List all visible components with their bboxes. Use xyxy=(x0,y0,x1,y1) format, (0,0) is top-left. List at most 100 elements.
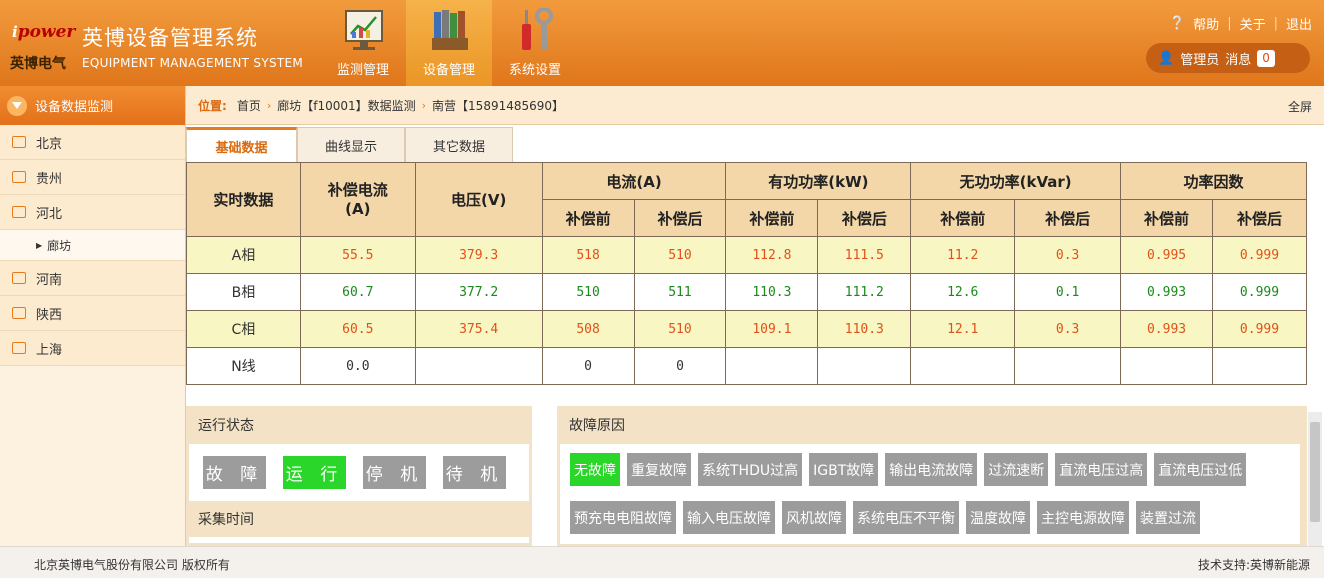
header-after: 补偿后 xyxy=(633,199,727,237)
table-row: N线 0.0 0 0 xyxy=(186,347,1307,385)
tab-basic-data[interactable]: 基础数据 xyxy=(186,127,297,162)
vertical-scrollbar[interactable] xyxy=(1308,412,1322,546)
fault-item[interactable]: 输出电流故障 xyxy=(885,453,978,486)
help-icon[interactable]: ❔ xyxy=(1169,16,1185,31)
breadcrumb-device: 南营【15891485690】 xyxy=(432,98,565,113)
copyright-text: 北京英博电气股份有限公司 版权所有 xyxy=(34,558,230,572)
app-header: ipower 英博设备管理系统 英博电气 EQUIPMENT MANAGEMEN… xyxy=(0,0,1324,86)
fault-item[interactable]: 直流电压过高 xyxy=(1055,453,1148,486)
chevron-right-icon: › xyxy=(421,98,427,112)
sidebar: 设备数据监测 北京 贵州 河北 ▶ 廊坊 河南 陕西 上海 xyxy=(0,86,186,546)
company-name: 英博电气 xyxy=(10,56,66,72)
data-table: 实时数据 补偿电流 (A) 电压(V) 电流(A) 有功功率(kW) 无功功率(… xyxy=(186,162,1307,385)
chevron-down-icon xyxy=(7,95,27,116)
app-title-en: EQUIPMENT MANAGEMENT SYSTEM xyxy=(82,56,304,70)
state-fault-button[interactable]: 故 障 xyxy=(203,456,266,489)
nav-device[interactable]: 设备管理 xyxy=(406,0,492,86)
tools-icon xyxy=(522,8,553,50)
sidebar-title: 设备数据监测 xyxy=(35,100,114,115)
table-row: C相 60.5 375.4 508 510 109.1 110.3 12.1 0… xyxy=(186,310,1307,348)
fault-item[interactable]: 预充电电阻故障 xyxy=(570,501,676,534)
tab-bar: 基础数据 曲线显示 其它数据 xyxy=(186,127,513,162)
fault-item[interactable]: 重复故障 xyxy=(627,453,691,486)
header-after: 补偿后 xyxy=(817,199,912,237)
sidebar-header[interactable]: 设备数据监测 xyxy=(0,86,185,125)
state-stopped-button[interactable]: 停 机 xyxy=(363,456,426,489)
messages-link[interactable]: 消息 xyxy=(1225,49,1251,68)
header-before: 补偿前 xyxy=(725,199,819,237)
nav-settings[interactable]: 系统设置 xyxy=(492,0,578,86)
sidebar-item-hebei[interactable]: 河北 xyxy=(0,195,185,230)
list-icon xyxy=(12,136,26,148)
nav-monitor[interactable]: 监测管理 xyxy=(320,0,406,86)
breadcrumb-city[interactable]: 廊坊【f10001】数据监测 xyxy=(277,97,415,114)
header-after: 补偿后 xyxy=(1014,199,1122,237)
user-name[interactable]: 管理员 xyxy=(1180,49,1219,68)
breadcrumb-home[interactable]: 首页 xyxy=(237,97,261,114)
logout-link[interactable]: 退出 xyxy=(1286,14,1312,33)
main-content: 位置: 首页 › 廊坊【f10001】数据监测 › 南营【15891485690… xyxy=(186,86,1324,546)
footer: 北京英博电气股份有限公司 版权所有 技术支持:英博新能源 xyxy=(0,546,1324,578)
fault-panel: 故障原因 无故障 重复故障 系统THDU过高 IGBT故障 输出电流故障 过流速… xyxy=(557,406,1307,546)
fault-title: 故障原因 xyxy=(569,418,625,434)
header-before: 补偿前 xyxy=(1120,199,1213,237)
header-before: 补偿前 xyxy=(541,199,635,237)
state-running-button[interactable]: 运 行 xyxy=(283,456,346,489)
monitor-chart-icon xyxy=(345,10,383,50)
message-count-badge[interactable]: 0 xyxy=(1257,49,1275,67)
header-after: 补偿后 xyxy=(1212,199,1307,237)
sidebar-item-guizhou[interactable]: 贵州 xyxy=(0,160,185,195)
main-nav: 监测管理 设备管理 系统设置 xyxy=(320,0,578,86)
top-links: ❔ 帮助 | 关于 | 退出 xyxy=(1168,14,1312,33)
list-icon xyxy=(12,342,26,354)
fault-list: 无故障 重复故障 系统THDU过高 IGBT故障 输出电流故障 过流速断 直流电… xyxy=(560,444,1300,544)
sidebar-item-shaanxi[interactable]: 陕西 xyxy=(0,296,185,331)
header-voltage: 电压(V) xyxy=(414,162,543,237)
brand-mark: ipower xyxy=(12,22,76,42)
help-link[interactable]: 帮助 xyxy=(1193,14,1219,33)
user-box: 👤 管理员 消息 0 xyxy=(1146,43,1310,73)
logo: ipower 英博设备管理系统 英博电气 EQUIPMENT MANAGEMEN… xyxy=(8,18,308,78)
list-icon xyxy=(12,171,26,183)
sidebar-subitem-langfang[interactable]: ▶ 廊坊 xyxy=(0,230,185,261)
breadcrumb-label: 位置: xyxy=(198,98,227,113)
list-icon xyxy=(12,206,26,218)
fault-item[interactable]: 温度故障 xyxy=(966,501,1030,534)
fault-item[interactable]: 装置过流 xyxy=(1136,501,1200,534)
sidebar-item-shanghai[interactable]: 上海 xyxy=(0,331,185,366)
fault-item[interactable]: 输入电压故障 xyxy=(683,501,775,534)
support-text: 技术支持:英博新能源 xyxy=(1197,558,1310,572)
table-row: A相 55.5 379.3 518 510 112.8 111.5 11.2 0… xyxy=(186,236,1307,274)
fault-item[interactable]: 风机故障 xyxy=(782,501,846,534)
list-icon xyxy=(12,307,26,319)
acquisition-time-title: 采集时间 xyxy=(198,512,254,528)
status-buttons: 故 障 运 行 停 机 待 机 xyxy=(189,444,529,501)
fault-item[interactable]: IGBT故障 xyxy=(809,453,879,486)
about-link[interactable]: 关于 xyxy=(1240,14,1266,33)
triangle-right-icon: ▶ xyxy=(36,240,43,250)
status-title: 运行状态 xyxy=(198,418,254,434)
breadcrumb: 位置: 首页 › 廊坊【f10001】数据监测 › 南营【15891485690… xyxy=(186,86,1324,125)
header-power-factor: 功率因数 xyxy=(1120,162,1307,200)
tab-other-data[interactable]: 其它数据 xyxy=(405,127,513,162)
header-realtime: 实时数据 xyxy=(186,162,301,237)
fault-item[interactable]: 无故障 xyxy=(570,453,620,486)
fault-item[interactable]: 系统电压不平衡 xyxy=(853,501,959,534)
fault-item[interactable]: 主控电源故障 xyxy=(1037,501,1129,534)
user-icon: 👤 xyxy=(1158,50,1175,66)
scrollbar-thumb[interactable] xyxy=(1310,422,1320,522)
header-active-power: 有功功率(kW) xyxy=(725,162,912,200)
app-title-cn: 英博设备管理系统 xyxy=(82,26,258,50)
header-before: 补偿前 xyxy=(910,199,1016,237)
chevron-right-icon: › xyxy=(266,98,272,112)
fault-item[interactable]: 系统THDU过高 xyxy=(698,453,803,486)
sidebar-item-henan[interactable]: 河南 xyxy=(0,261,185,296)
header-comp-current: 补偿电流 (A) xyxy=(299,162,416,237)
fault-item[interactable]: 过流速断 xyxy=(984,453,1049,486)
list-icon xyxy=(12,272,26,284)
sidebar-item-beijing[interactable]: 北京 xyxy=(0,125,185,160)
fullscreen-button[interactable]: 全屏 xyxy=(1288,98,1312,115)
tab-curve[interactable]: 曲线显示 xyxy=(297,127,405,162)
fault-item[interactable]: 直流电压过低 xyxy=(1154,453,1247,486)
state-standby-button[interactable]: 待 机 xyxy=(443,456,506,489)
